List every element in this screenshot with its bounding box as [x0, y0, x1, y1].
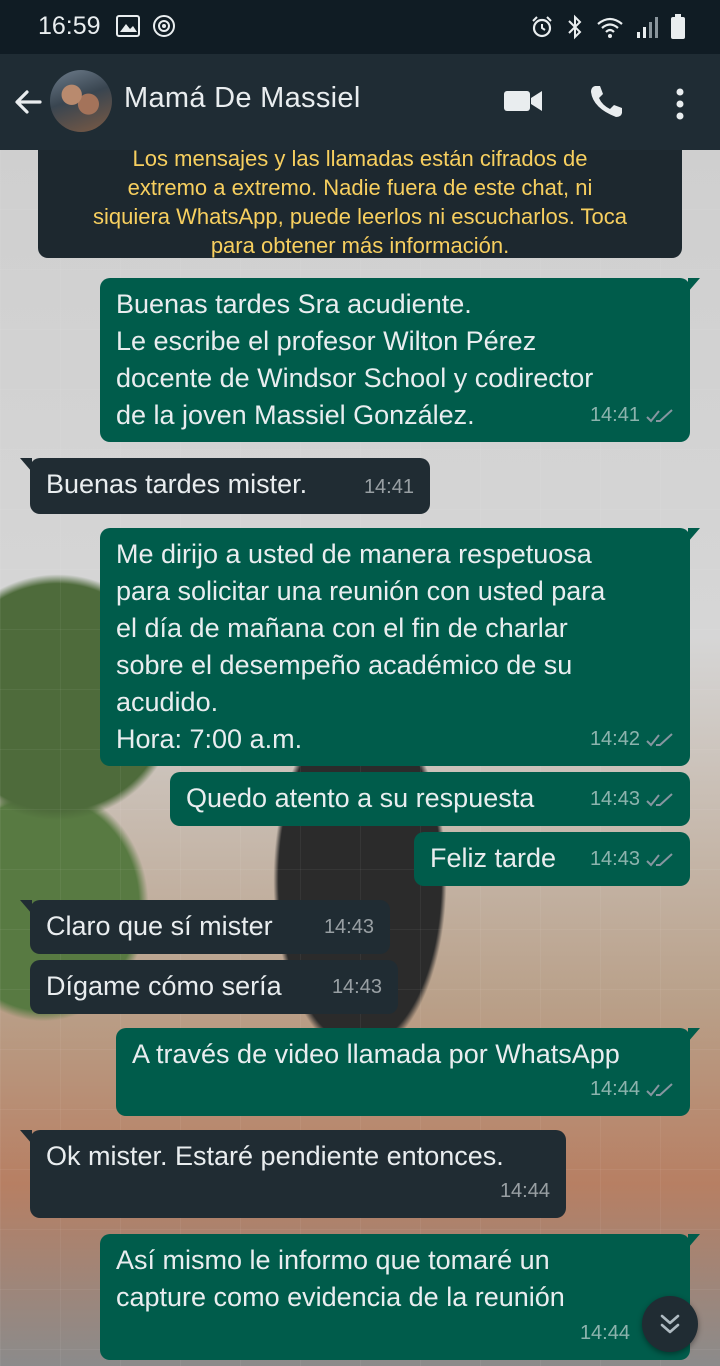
- message-time: 14:43: [323, 916, 374, 938]
- sync-icon: [153, 15, 175, 37]
- outgoing-message[interactable]: Así mismo le informo que tomaré un captu…: [100, 1234, 700, 1360]
- encryption-notice-line: para obtener más información.: [210, 233, 510, 258]
- more-options-icon[interactable]: [664, 84, 696, 124]
- message-time: 14:42: [589, 728, 640, 750]
- message-meta: 14:41: [590, 397, 674, 434]
- incoming-message[interactable]: Buenas tardes mister. 14:41: [20, 458, 430, 514]
- double-check-icon: [646, 852, 673, 866]
- gallery-icon: [116, 15, 140, 37]
- message-text: Ok mister. Estaré pendiente entonces.: [46, 1141, 504, 1171]
- incoming-message[interactable]: Dígame cómo sería 14:43: [30, 960, 398, 1014]
- encryption-notice[interactable]: Los mensajes y las llamadas están cifrad…: [38, 150, 682, 258]
- message-text: Buenas tardes mister.: [46, 469, 308, 499]
- double-check-icon: [646, 408, 673, 422]
- message-meta: 14:43: [590, 841, 674, 878]
- message-time: 14:43: [589, 848, 640, 870]
- video-call-icon[interactable]: [502, 86, 544, 116]
- outgoing-message[interactable]: Feliz tarde 14:43: [414, 832, 690, 886]
- encryption-notice-line: extremo a extremo. Nadie fuera de este c…: [127, 175, 593, 200]
- message-meta: 14:43: [324, 909, 374, 946]
- bubble-tail: [688, 278, 700, 292]
- status-time: 16:59: [38, 12, 101, 40]
- incoming-message[interactable]: Ok mister. Estaré pendiente entonces. 14…: [20, 1130, 566, 1218]
- chat-header: Mamá De Massiel: [0, 54, 720, 150]
- message-time: 14:41: [363, 476, 414, 498]
- wifi-icon: [597, 17, 623, 38]
- battery-icon: [671, 14, 685, 39]
- status-left-icons: [116, 14, 176, 38]
- bubble-tail: [688, 1028, 700, 1042]
- message-time: 14:44: [499, 1180, 550, 1202]
- bubble-tail: [20, 900, 32, 914]
- chat-area[interactable]: Los mensajes y las llamadas están cifrad…: [0, 150, 720, 1366]
- double-check-icon: [646, 732, 673, 746]
- phone-icon[interactable]: [586, 82, 626, 122]
- message-time: 14:43: [589, 788, 640, 810]
- scroll-to-bottom-button[interactable]: [642, 1296, 698, 1352]
- double-chevron-down-icon: [660, 1314, 680, 1334]
- outgoing-message[interactable]: Buenas tardes Sra acudiente. Le escribe …: [100, 278, 700, 442]
- bluetooth-icon: [568, 14, 582, 40]
- alarm-icon: [532, 16, 552, 38]
- message-text: A través de video llamada por WhatsApp: [132, 1039, 620, 1069]
- bubble-tail: [688, 1234, 700, 1248]
- message-time: 14:41: [589, 404, 640, 426]
- message-meta: 14:41: [364, 469, 414, 506]
- signal-icon: [637, 17, 658, 38]
- back-arrow-icon[interactable]: [10, 84, 46, 120]
- status-bar: 16:59: [0, 0, 720, 54]
- message-meta: 14:43: [590, 781, 674, 818]
- incoming-message[interactable]: Claro que sí mister 14:43: [20, 900, 390, 954]
- double-check-icon: [646, 792, 673, 806]
- contact-name[interactable]: Mamá De Massiel: [124, 82, 361, 115]
- message-text: Así mismo le informo que tomaré un captu…: [116, 1245, 565, 1312]
- message-time: 14:43: [331, 976, 382, 998]
- bubble-tail: [20, 458, 32, 472]
- encryption-notice-line: siquiera WhatsApp, puede leerlos ni escu…: [92, 204, 627, 229]
- message-meta: 14:44: [580, 1315, 630, 1352]
- message-time: 14:44: [579, 1322, 630, 1344]
- outgoing-message[interactable]: Quedo atento a su respuesta 14:43: [170, 772, 690, 826]
- message-time: 14:44: [589, 1078, 640, 1100]
- message-meta: 14:43: [332, 969, 382, 1006]
- bubble-tail: [20, 1130, 32, 1144]
- outgoing-message[interactable]: A través de video llamada por WhatsApp 1…: [116, 1028, 700, 1116]
- bubble-tail: [688, 528, 700, 542]
- encryption-notice-line: Los mensajes y las llamadas están cifrad…: [132, 150, 588, 171]
- outgoing-message[interactable]: Me dirijo a usted de manera respetuosa p…: [100, 528, 700, 766]
- double-check-icon: [646, 1082, 673, 1096]
- message-meta: 14:42: [590, 721, 674, 758]
- message-meta: 14:44: [500, 1173, 550, 1210]
- message-meta: 14:44: [590, 1071, 674, 1108]
- avatar[interactable]: [50, 70, 112, 132]
- status-right-icons: [530, 14, 686, 40]
